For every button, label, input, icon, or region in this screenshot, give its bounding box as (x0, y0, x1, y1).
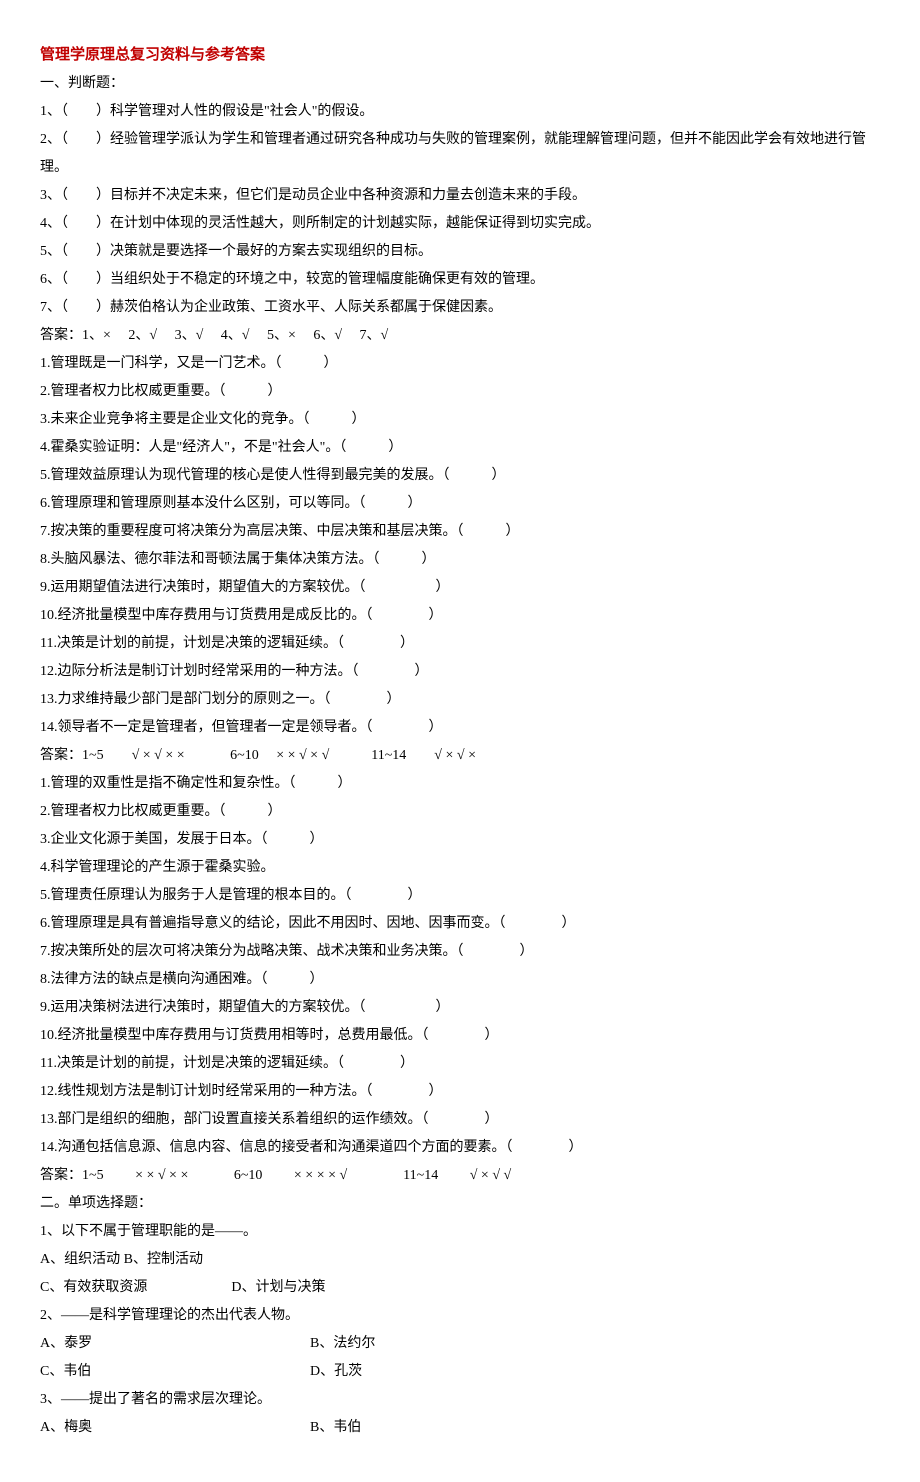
g2-q3: 3.企业文化源于美国，发展于日本。（ ） (40, 826, 880, 854)
tf-q6: 6、（ ）当组织处于不稳定的环境之中，较宽的管理幅度能确保更有效的管理。 (40, 266, 880, 294)
g1-q4: 4.霍桑实验证明：人是"经济人"，不是"社会人"。（ ） (40, 434, 880, 462)
mc-q2-row1: A、泰罗B、法约尔 (40, 1330, 880, 1358)
section-1-header: 一、判断题： (40, 70, 880, 98)
mc-q1-ab: A、组织活动 B、控制活动 (40, 1246, 880, 1274)
g2-q6: 6.管理原理是具有普遍指导意义的结论，因此不用因时、因地、因事而变。（ ） (40, 910, 880, 938)
mc-q2-a: A、泰罗 (40, 1330, 310, 1358)
mc-q3-row: A、梅奥B、韦伯 (40, 1414, 880, 1442)
g2-q9: 9.运用决策树法进行决策时，期望值大的方案较优。（ ） (40, 994, 880, 1022)
mc-q2: 2、——是科学管理理论的杰出代表人物。 (40, 1302, 880, 1330)
mc-q2-b: B、法约尔 (310, 1336, 375, 1351)
g1-q7: 7.按决策的重要程度可将决策分为高层决策、中层决策和基层决策。（ ） (40, 518, 880, 546)
mc-q1: 1、以下不属于管理职能的是——。 (40, 1218, 880, 1246)
section-2-header: 二。单项选择题： (40, 1190, 880, 1218)
g1-q8: 8.头脑风暴法、德尔菲法和哥顿法属于集体决策方法。（ ） (40, 546, 880, 574)
g2-q11: 11.决策是计划的前提，计划是决策的逻辑延续。（ ） (40, 1050, 880, 1078)
mc-q2-d: D、孔茨 (310, 1364, 362, 1379)
g2-q1: 1.管理的双重性是指不确定性和复杂性。（ ） (40, 770, 880, 798)
g1-answers: 答案：1~5 √ × √ × × 6~10 × × √ × √ 11~14 √ … (40, 742, 880, 770)
tf-q5: 5、（ ）决策就是要选择一个最好的方案去实现组织的目标。 (40, 238, 880, 266)
g2-q13: 13.部门是组织的细胞，部门设置直接关系着组织的运作绩效。（ ） (40, 1106, 880, 1134)
g1-q12: 12.边际分析法是制订计划时经常采用的一种方法。（ ） (40, 658, 880, 686)
mc-q3: 3、——提出了著名的需求层次理论。 (40, 1386, 880, 1414)
g1-q6: 6.管理原理和管理原则基本没什么区别，可以等同。（ ） (40, 490, 880, 518)
g2-q12: 12.线性规划方法是制订计划时经常采用的一种方法。（ ） (40, 1078, 880, 1106)
g1-q13: 13.力求维持最少部门是部门划分的原则之一。（ ） (40, 686, 880, 714)
g1-q11: 11.决策是计划的前提，计划是决策的逻辑延续。（ ） (40, 630, 880, 658)
g2-q14: 14.沟通包括信息源、信息内容、信息的接受者和沟通渠道四个方面的要素。（ ） (40, 1134, 880, 1162)
tf-q1: 1、（ ）科学管理对人性的假设是"社会人"的假设。 (40, 98, 880, 126)
tf-q7: 7、（ ）赫茨伯格认为企业政策、工资水平、人际关系都属于保健因素。 (40, 294, 880, 322)
tf-q3: 3、（ ）目标并不决定未来，但它们是动员企业中各种资源和力量去创造未来的手段。 (40, 182, 880, 210)
g1-q1: 1.管理既是一门科学，又是一门艺术。（ ） (40, 350, 880, 378)
g1-q10: 10.经济批量模型中库存费用与订货费用是成反比的。（ ） (40, 602, 880, 630)
mc-q3-a: A、梅奥 (40, 1414, 310, 1442)
g2-q2: 2.管理者权力比权威更重要。（ ） (40, 798, 880, 826)
mc-q2-row2: C、韦伯D、孔茨 (40, 1358, 880, 1386)
mc-q1-cd: C、有效获取资源 D、计划与决策 (40, 1274, 880, 1302)
g1-q14: 14.领导者不一定是管理者，但管理者一定是领导者。（ ） (40, 714, 880, 742)
tf-answers: 答案：1、× 2、√ 3、√ 4、√ 5、× 6、√ 7、√ (40, 322, 880, 350)
g2-q10: 10.经济批量模型中库存费用与订货费用相等时，总费用最低。（ ） (40, 1022, 880, 1050)
g1-q9: 9.运用期望值法进行决策时，期望值大的方案较优。（ ） (40, 574, 880, 602)
mc-q2-c: C、韦伯 (40, 1358, 310, 1386)
g2-q8: 8.法律方法的缺点是横向沟通困难。（ ） (40, 966, 880, 994)
g2-answers: 答案：1~5 × × √ × × 6~10 × × × × √ 11~14 √ … (40, 1162, 880, 1190)
tf-q4: 4、（ ）在计划中体现的灵活性越大，则所制定的计划越实际，越能保证得到切实完成。 (40, 210, 880, 238)
g2-q4: 4.科学管理理论的产生源于霍桑实验。 (40, 854, 880, 882)
mc-q3-b: B、韦伯 (310, 1420, 361, 1435)
g1-q5: 5.管理效益原理认为现代管理的核心是使人性得到最完美的发展。（ ） (40, 462, 880, 490)
document-title: 管理学原理总复习资料与参考答案 (40, 40, 880, 70)
g1-q2: 2.管理者权力比权威更重要。（ ） (40, 378, 880, 406)
g2-q7: 7.按决策所处的层次可将决策分为战略决策、战术决策和业务决策。（ ） (40, 938, 880, 966)
tf-q2: 2、（ ）经验管理学派认为学生和管理者通过研究各种成功与失败的管理案例，就能理解… (40, 126, 880, 182)
g1-q3: 3.未来企业竞争将主要是企业文化的竞争。（ ） (40, 406, 880, 434)
g2-q5: 5.管理责任原理认为服务于人是管理的根本目的。（ ） (40, 882, 880, 910)
